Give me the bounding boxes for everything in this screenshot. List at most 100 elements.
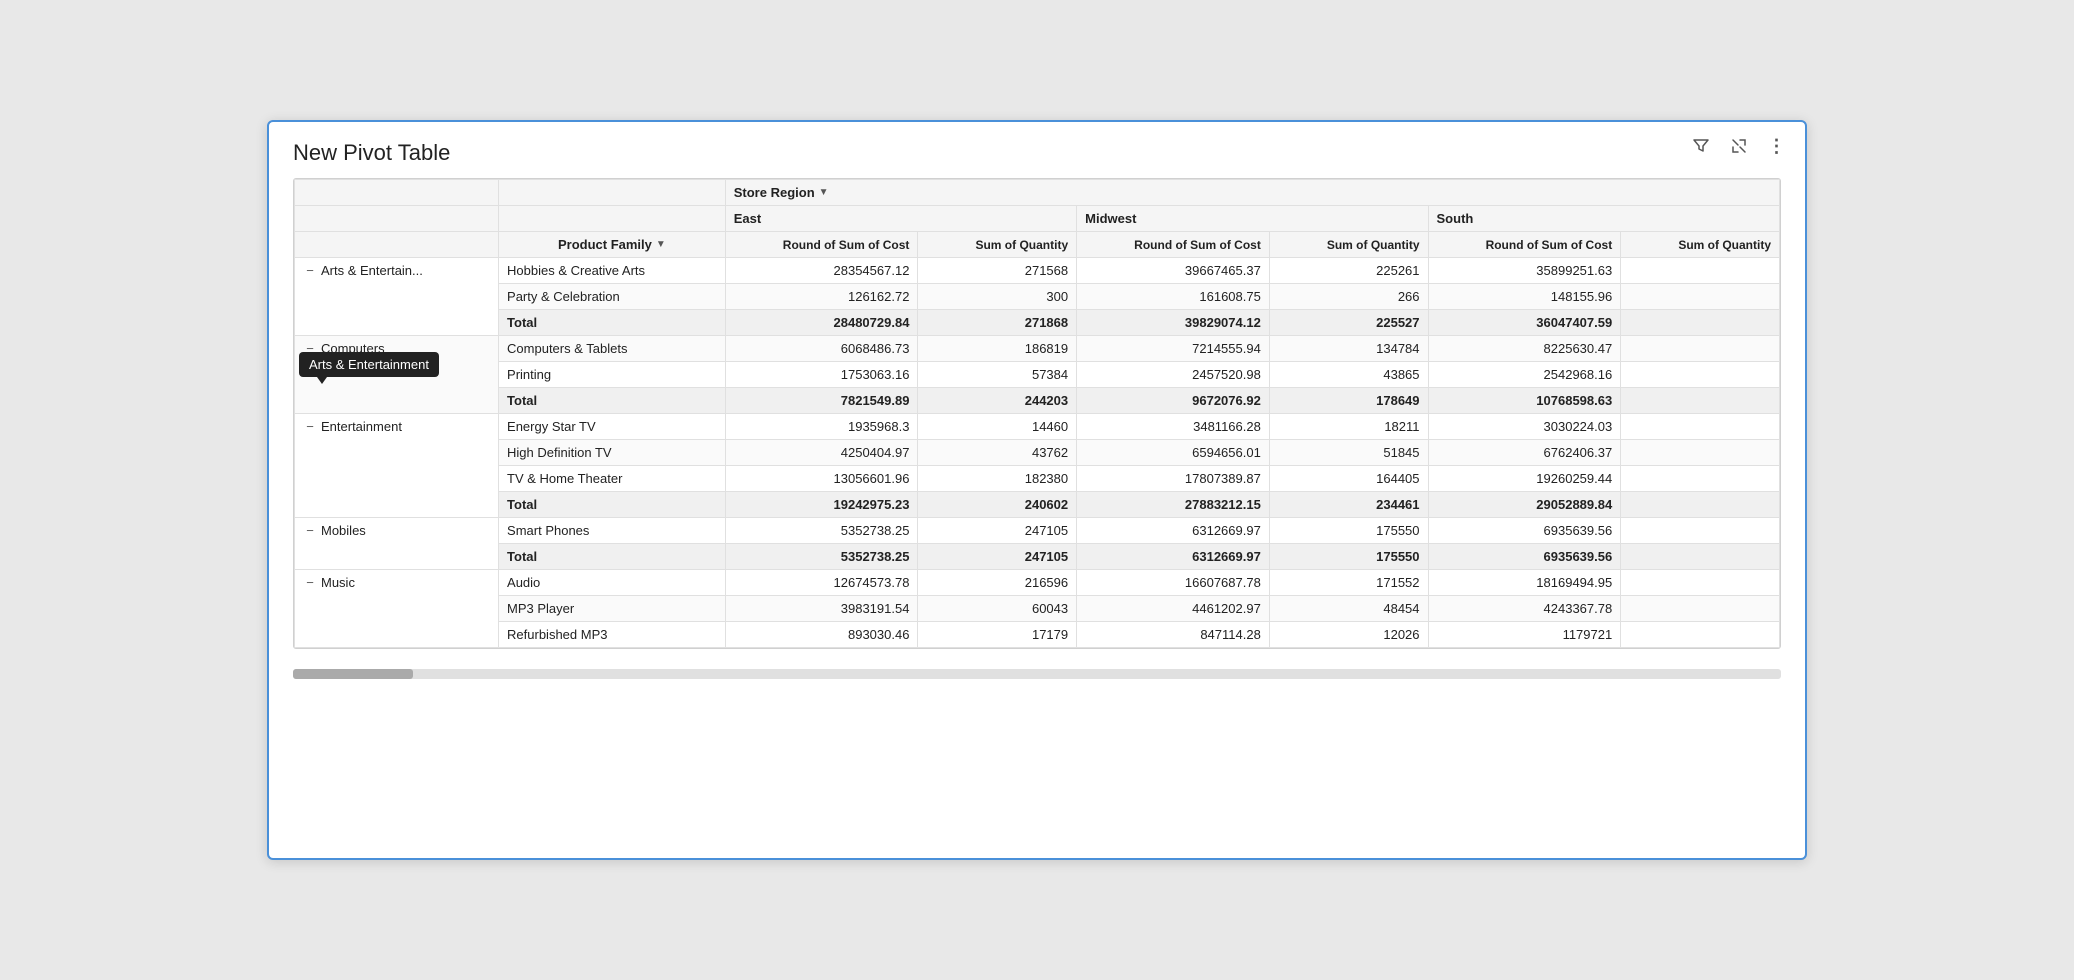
data-cell: 19260259.44 xyxy=(1428,466,1621,492)
data-cell: 175550 xyxy=(1269,518,1428,544)
product-family-cell: Party & Celebration xyxy=(499,284,726,310)
data-cell: 893030.46 xyxy=(725,622,918,648)
data-cell: 4243367.78 xyxy=(1428,596,1621,622)
data-cell: 225261 xyxy=(1269,258,1428,284)
data-cell: 17179 xyxy=(918,622,1077,648)
total-data-cell: 225527 xyxy=(1269,310,1428,336)
collapse-button-1[interactable]: − xyxy=(303,342,317,356)
total-data-cell xyxy=(1621,544,1780,570)
product-family-dropdown-arrow[interactable]: ▼ xyxy=(656,239,666,250)
data-cell xyxy=(1621,570,1780,596)
data-cell: 1179721 xyxy=(1428,622,1621,648)
table-row: − Mobiles Smart Phones5352738.2524710563… xyxy=(295,518,1780,544)
data-cell: 6594656.01 xyxy=(1077,440,1270,466)
empty-header-3 xyxy=(295,206,499,232)
category-label-4: Music xyxy=(321,575,355,590)
data-cell: 6935639.56 xyxy=(1428,518,1621,544)
product-family-cell: MP3 Player xyxy=(499,596,726,622)
table-row: − Arts & Entertain... Hobbies & Creative… xyxy=(295,258,1780,284)
data-cell: 4250404.97 xyxy=(725,440,918,466)
data-cell: 6068486.73 xyxy=(725,336,918,362)
total-data-cell: 5352738.25 xyxy=(725,544,918,570)
data-cell: 271568 xyxy=(918,258,1077,284)
category-label-2: Entertainment xyxy=(321,419,402,434)
total-data-cell xyxy=(1621,492,1780,518)
data-cell: 35899251.63 xyxy=(1428,258,1621,284)
product-family-cell: Refurbished MP3 xyxy=(499,622,726,648)
data-cell: 57384 xyxy=(918,362,1077,388)
horizontal-scrollbar[interactable] xyxy=(293,669,1781,679)
pivot-table: Store Region ▼ East Midwest South xyxy=(294,179,1780,648)
product-family-cell: Computers & Tablets xyxy=(499,336,726,362)
store-region-dropdown-arrow[interactable]: ▼ xyxy=(819,187,829,198)
table-row: − Computers Computers & Tablets6068486.7… xyxy=(295,336,1780,362)
more-options-icon[interactable]: ⋮ xyxy=(1763,132,1791,160)
collapse-button-4[interactable]: − xyxy=(303,576,317,590)
total-data-cell: 178649 xyxy=(1269,388,1428,414)
expand-icon[interactable] xyxy=(1725,132,1753,160)
east-cost-header: Round of Sum of Cost xyxy=(725,232,918,258)
table-row: MP3 Player3983191.54600434461202.9748454… xyxy=(295,596,1780,622)
data-cell: 28354567.12 xyxy=(725,258,918,284)
data-cell: 2542968.16 xyxy=(1428,362,1621,388)
south-qty-header: Sum of Quantity xyxy=(1621,232,1780,258)
total-data-cell: 28480729.84 xyxy=(725,310,918,336)
data-cell: 2457520.98 xyxy=(1077,362,1270,388)
data-cell xyxy=(1621,622,1780,648)
total-label-cell: Total xyxy=(499,310,726,336)
data-cell: 3983191.54 xyxy=(725,596,918,622)
data-cell: 847114.28 xyxy=(1077,622,1270,648)
data-cell xyxy=(1621,440,1780,466)
data-cell xyxy=(1621,414,1780,440)
table-row: Printing1753063.16573842457520.984386525… xyxy=(295,362,1780,388)
data-cell: 1753063.16 xyxy=(725,362,918,388)
total-data-cell: 247105 xyxy=(918,544,1077,570)
store-region-header[interactable]: Store Region ▼ xyxy=(725,180,1779,206)
data-cell: 51845 xyxy=(1269,440,1428,466)
product-family-cell: High Definition TV xyxy=(499,440,726,466)
total-row: Total28480729.8427186839829074.122255273… xyxy=(295,310,1780,336)
data-cell: 5352738.25 xyxy=(725,518,918,544)
empty-header-2 xyxy=(499,180,726,206)
total-data-cell: 39829074.12 xyxy=(1077,310,1270,336)
table-row: TV & Home Theater13056601.96182380178073… xyxy=(295,466,1780,492)
data-cell: 134784 xyxy=(1269,336,1428,362)
total-data-cell: 234461 xyxy=(1269,492,1428,518)
filter-icon[interactable] xyxy=(1687,132,1715,160)
data-cell: 186819 xyxy=(918,336,1077,362)
store-region-label-text: Store Region xyxy=(734,185,815,200)
data-cell xyxy=(1621,466,1780,492)
collapse-button-2[interactable]: − xyxy=(303,420,317,434)
category-label-3: Mobiles xyxy=(321,523,366,538)
horizontal-scrollbar-thumb[interactable] xyxy=(293,669,413,679)
data-cell: 1935968.3 xyxy=(725,414,918,440)
east-qty-header: Sum of Quantity xyxy=(918,232,1077,258)
empty-header-5 xyxy=(295,232,499,258)
product-family-cell: Hobbies & Creative Arts xyxy=(499,258,726,284)
data-cell: 8225630.47 xyxy=(1428,336,1621,362)
data-cell xyxy=(1621,336,1780,362)
total-data-cell: 244203 xyxy=(918,388,1077,414)
total-data-cell: 271868 xyxy=(918,310,1077,336)
product-family-cell: Energy Star TV xyxy=(499,414,726,440)
data-cell xyxy=(1621,596,1780,622)
total-data-cell: 29052889.84 xyxy=(1428,492,1621,518)
collapse-button-0[interactable]: − xyxy=(303,264,317,278)
total-data-cell: 6312669.97 xyxy=(1077,544,1270,570)
data-cell: 14460 xyxy=(918,414,1077,440)
data-cell: 17807389.87 xyxy=(1077,466,1270,492)
category-cell-0: − Arts & Entertain... xyxy=(295,258,499,336)
total-data-cell: 27883212.15 xyxy=(1077,492,1270,518)
empty-header-1 xyxy=(295,180,499,206)
data-cell: 247105 xyxy=(918,518,1077,544)
midwest-qty-header: Sum of Quantity xyxy=(1269,232,1428,258)
data-cell: 161608.75 xyxy=(1077,284,1270,310)
data-cell: 60043 xyxy=(918,596,1077,622)
data-cell: 7214555.94 xyxy=(1077,336,1270,362)
product-family-header-cell[interactable]: Product Family ▼ xyxy=(499,232,726,258)
total-label-cell: Total xyxy=(499,388,726,414)
product-family-label: Product Family xyxy=(558,237,652,252)
collapse-button-3[interactable]: − xyxy=(303,524,317,538)
south-region-header: South xyxy=(1428,206,1779,232)
total-data-cell: 36047407.59 xyxy=(1428,310,1621,336)
